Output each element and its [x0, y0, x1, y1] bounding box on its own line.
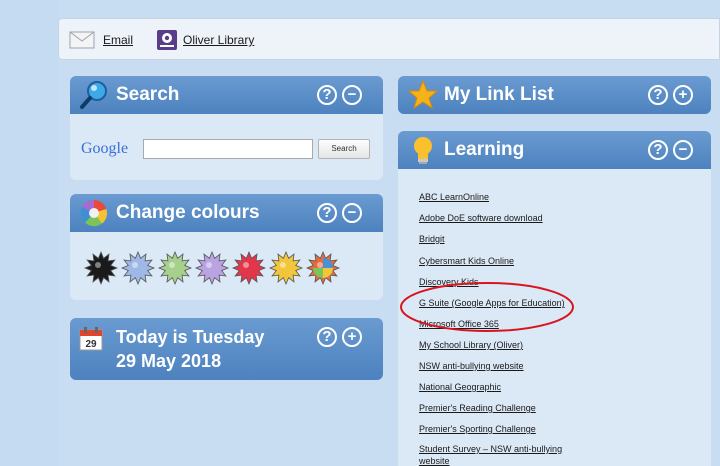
- search-panel-title: Search: [116, 84, 180, 105]
- search-input[interactable]: [143, 139, 313, 159]
- left-margin: [0, 0, 58, 466]
- link-bridgit[interactable]: Bridgit: [419, 234, 445, 244]
- colour-swatch-multicolour[interactable]: [305, 250, 341, 286]
- learning-panel-header: Learning ? −: [398, 131, 711, 169]
- calendar-day-number: 29: [85, 339, 97, 350]
- date-panel: 29 Today is Tuesday 29 May 2018 ? +: [70, 318, 383, 380]
- learning-help-button[interactable]: ?: [648, 140, 668, 160]
- link-microsoft-office-365[interactable]: Microsoft Office 365: [419, 319, 499, 329]
- google-wordmark-text: Google: [81, 140, 129, 157]
- link-discovery-kids[interactable]: Discovery Kids: [419, 277, 479, 287]
- search-panel-header: Search ? −: [70, 76, 383, 114]
- colours-collapse-button[interactable]: −: [342, 203, 362, 223]
- link-nsw-anti-bullying[interactable]: NSW anti-bullying website: [419, 361, 524, 371]
- mylinks-expand-button[interactable]: +: [673, 85, 693, 105]
- colour-swatch-red[interactable]: [231, 250, 267, 286]
- link-abc-learnonline[interactable]: ABC LearnOnline: [419, 192, 489, 202]
- link-national-geographic[interactable]: National Geographic: [419, 382, 501, 392]
- colour-wheel-icon: [80, 199, 108, 227]
- date-expand-button[interactable]: +: [342, 327, 362, 347]
- link-my-school-library[interactable]: My School Library (Oliver): [419, 340, 523, 350]
- date-help-button[interactable]: ?: [317, 327, 337, 347]
- magnifier-icon: [80, 81, 107, 109]
- date-line2: 29 May 2018: [116, 351, 222, 371]
- oliver-library-link[interactable]: Oliver Library: [157, 29, 254, 51]
- colour-swatch-black[interactable]: [83, 250, 119, 286]
- colour-swatch-orange[interactable]: [268, 250, 304, 286]
- email-label: Email: [103, 33, 134, 47]
- colour-swatch-purple[interactable]: [194, 250, 230, 286]
- email-link[interactable]: Email: [69, 29, 133, 51]
- link-student-survey-cont[interactable]: website: [419, 456, 450, 466]
- mylinks-panel-title: My Link List: [444, 84, 554, 105]
- colours-panel-title: Change colours: [116, 202, 260, 223]
- link-premiers-reading[interactable]: Premier's Reading Challenge: [419, 403, 536, 413]
- colours-panel-header: Change colours ? −: [70, 194, 383, 232]
- star-icon: [408, 80, 438, 110]
- colour-swatch-green[interactable]: [157, 250, 193, 286]
- learning-panel-title: Learning: [444, 139, 525, 160]
- top-toolbar: Email Oliver Library: [58, 18, 720, 60]
- link-cybersmart[interactable]: Cybersmart Kids Online: [419, 256, 514, 266]
- calendar-icon: 29: [79, 327, 103, 351]
- link-g-suite[interactable]: G Suite (Google Apps for Education): [419, 298, 565, 308]
- oliver-library-label: Oliver Library: [183, 33, 255, 47]
- search-collapse-button[interactable]: −: [342, 85, 362, 105]
- lightbulb-icon: [414, 137, 432, 164]
- link-premiers-sporting[interactable]: Premier's Sporting Challenge: [419, 424, 536, 434]
- date-line1: Today is Tuesday: [116, 327, 265, 347]
- search-button[interactable]: Search: [318, 139, 370, 159]
- colour-swatch-row: [83, 250, 341, 286]
- colours-panel-body: [70, 232, 383, 300]
- colour-swatch-blue[interactable]: [120, 250, 156, 286]
- envelope-icon: [69, 31, 95, 49]
- link-adobe-doe[interactable]: Adobe DoE software download: [419, 213, 543, 223]
- google-wordmark: Google: [81, 139, 128, 159]
- colours-help-button[interactable]: ?: [317, 203, 337, 223]
- link-student-survey[interactable]: Student Survey – NSW anti-bullying: [419, 444, 562, 454]
- mylinks-panel-header: My Link List ? +: [398, 76, 711, 114]
- mylinks-help-button[interactable]: ?: [648, 85, 668, 105]
- search-help-button[interactable]: ?: [317, 85, 337, 105]
- oliver-logo-icon: [157, 30, 177, 50]
- learning-collapse-button[interactable]: −: [673, 140, 693, 160]
